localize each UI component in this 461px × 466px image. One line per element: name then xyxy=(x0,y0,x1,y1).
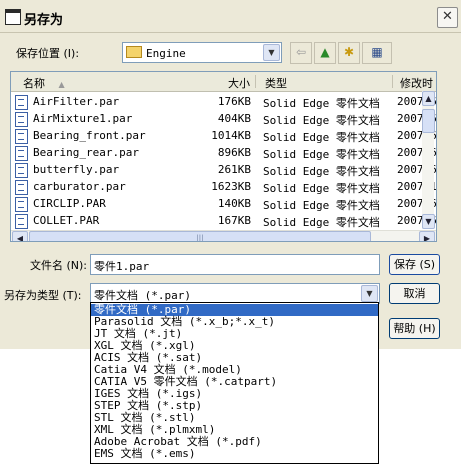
file-name: CIRCLIP.PAR xyxy=(33,197,106,210)
file-name: Bearing_front.par xyxy=(33,129,146,142)
part-file-icon xyxy=(15,163,28,178)
horizontal-scroll-thumb[interactable]: ||| xyxy=(29,231,371,241)
file-row[interactable]: CIRCLIP.PAR 140KB Solid Edge 零件文档 2007-6 xyxy=(11,195,436,212)
file-size: 896KB xyxy=(217,146,251,159)
window-icon xyxy=(5,9,21,25)
column-name-header[interactable]: 名称 ▲ xyxy=(23,75,65,91)
sort-ascending-icon: ▲ xyxy=(58,80,65,89)
save-location-value: Engine xyxy=(146,47,186,60)
file-list[interactable]: 名称 ▲ 大小 类型 修改时 AirFilter.par 176KB Solid… xyxy=(10,71,437,242)
column-divider[interactable] xyxy=(255,75,256,88)
file-type: Solid Edge 零件文档 xyxy=(263,131,380,144)
close-button[interactable]: ✕ xyxy=(437,7,458,28)
file-row[interactable]: COLLET.PAR 167KB Solid Edge 零件文档 2007-6 xyxy=(11,212,436,229)
file-name: Bearing_rear.par xyxy=(33,146,139,159)
save-as-dialog: 另存为 ✕ 保存位置 (I): Engine ▼ ⇦ ▲ ✱ ▦ 名称 ▲ 大小… xyxy=(0,0,461,349)
part-file-icon xyxy=(15,180,28,195)
chevron-down-icon[interactable]: ▼ xyxy=(263,44,280,61)
cancel-button[interactable]: 取消 xyxy=(389,283,440,304)
file-size: 140KB xyxy=(217,197,251,210)
file-row[interactable]: Bearing_front.par 1014KB Solid Edge 零件文档… xyxy=(11,127,436,144)
chevron-down-icon[interactable]: ▼ xyxy=(361,285,378,302)
file-type: Solid Edge 零件文档 xyxy=(263,165,380,178)
file-row[interactable]: Bearing_rear.par 896KB Solid Edge 零件文档 2… xyxy=(11,144,436,161)
save-as-type-combo[interactable]: 零件文档 (*.par) ▼ xyxy=(90,283,380,304)
window-title: 另存为 xyxy=(24,13,64,28)
file-size: 1623KB xyxy=(211,180,251,193)
file-type: Solid Edge 零件文档 xyxy=(263,97,380,110)
scroll-right-arrow-icon[interactable]: ▶ xyxy=(419,231,435,241)
file-type: Solid Edge 零件文档 xyxy=(263,182,380,195)
scroll-up-arrow-icon[interactable]: ▲ xyxy=(422,91,435,106)
file-name-input[interactable]: 零件1.par xyxy=(90,254,380,275)
file-row[interactable]: carburator.par 1623KB Solid Edge 零件文档 20… xyxy=(11,178,436,195)
scroll-down-arrow-icon[interactable]: ▼ xyxy=(422,214,435,229)
vertical-scrollbar[interactable]: ▲ ▼ xyxy=(422,91,435,229)
save-location-label: 保存位置 (I): xyxy=(16,47,80,60)
part-file-icon xyxy=(15,214,28,229)
save-as-type-label: 另存为类型 (T): xyxy=(4,289,82,302)
save-as-type-dropdown[interactable]: 零件文档 (*.par) Parasolid 文档 (*.x_b;*.x_t) … xyxy=(90,302,379,464)
part-file-icon xyxy=(15,95,28,110)
part-file-icon xyxy=(15,146,28,161)
folder-icon xyxy=(126,46,142,58)
column-name-label: 名称 xyxy=(23,77,45,90)
column-size-header[interactable]: 大小 xyxy=(228,75,250,91)
file-size: 1014KB xyxy=(211,129,251,142)
file-type: Solid Edge 零件文档 xyxy=(263,216,380,229)
views-menu-button[interactable]: ▦ xyxy=(362,42,392,64)
file-name: COLLET.PAR xyxy=(33,214,100,227)
file-size: 404KB xyxy=(217,112,251,125)
file-list-header: 名称 ▲ 大小 类型 修改时 xyxy=(11,72,436,92)
save-button[interactable]: 保存 (S) xyxy=(389,254,440,275)
vertical-scroll-thumb[interactable] xyxy=(422,109,435,133)
file-name: AirMixture1.par xyxy=(33,112,133,125)
file-row[interactable]: AirMixture1.par 404KB Solid Edge 零件文档 20… xyxy=(11,110,436,127)
file-name: carburator.par xyxy=(33,180,126,193)
back-button[interactable]: ⇦ xyxy=(290,42,312,64)
file-type: Solid Edge 零件文档 xyxy=(263,199,380,212)
file-type: Solid Edge 零件文档 xyxy=(263,148,380,161)
title-bar[interactable]: 另存为 ✕ xyxy=(0,0,461,33)
part-file-icon xyxy=(15,197,28,212)
new-folder-button[interactable]: ✱ xyxy=(338,42,360,64)
file-name-value: 零件1.par xyxy=(94,260,150,273)
scroll-left-arrow-icon[interactable]: ◀ xyxy=(12,231,28,241)
file-size: 167KB xyxy=(217,214,251,227)
file-size: 176KB xyxy=(217,95,251,108)
save-as-type-value: 零件文档 (*.par) xyxy=(94,289,191,302)
help-button[interactable]: 帮助 (H) xyxy=(389,318,440,339)
file-name: butterfly.par xyxy=(33,163,120,176)
file-row[interactable]: AirFilter.par 176KB Solid Edge 零件文档 2007… xyxy=(11,93,436,110)
up-folder-button[interactable]: ▲ xyxy=(314,42,336,64)
column-type-header[interactable]: 类型 xyxy=(265,75,287,91)
file-name: AirFilter.par xyxy=(33,95,120,108)
save-location-combo[interactable]: Engine ▼ xyxy=(122,42,282,63)
horizontal-scrollbar[interactable]: ◀ ||| ▶ xyxy=(11,230,436,241)
file-type: Solid Edge 零件文档 xyxy=(263,114,380,127)
file-size: 261KB xyxy=(217,163,251,176)
part-file-icon xyxy=(15,129,28,144)
column-divider[interactable] xyxy=(392,75,393,88)
file-name-label: 文件名 (N): xyxy=(30,259,88,272)
type-option[interactable]: EMS 文档 (*.ems) xyxy=(91,448,378,460)
part-file-icon xyxy=(15,112,28,127)
file-row[interactable]: butterfly.par 261KB Solid Edge 零件文档 2007… xyxy=(11,161,436,178)
column-modified-header[interactable]: 修改时 xyxy=(400,75,433,91)
